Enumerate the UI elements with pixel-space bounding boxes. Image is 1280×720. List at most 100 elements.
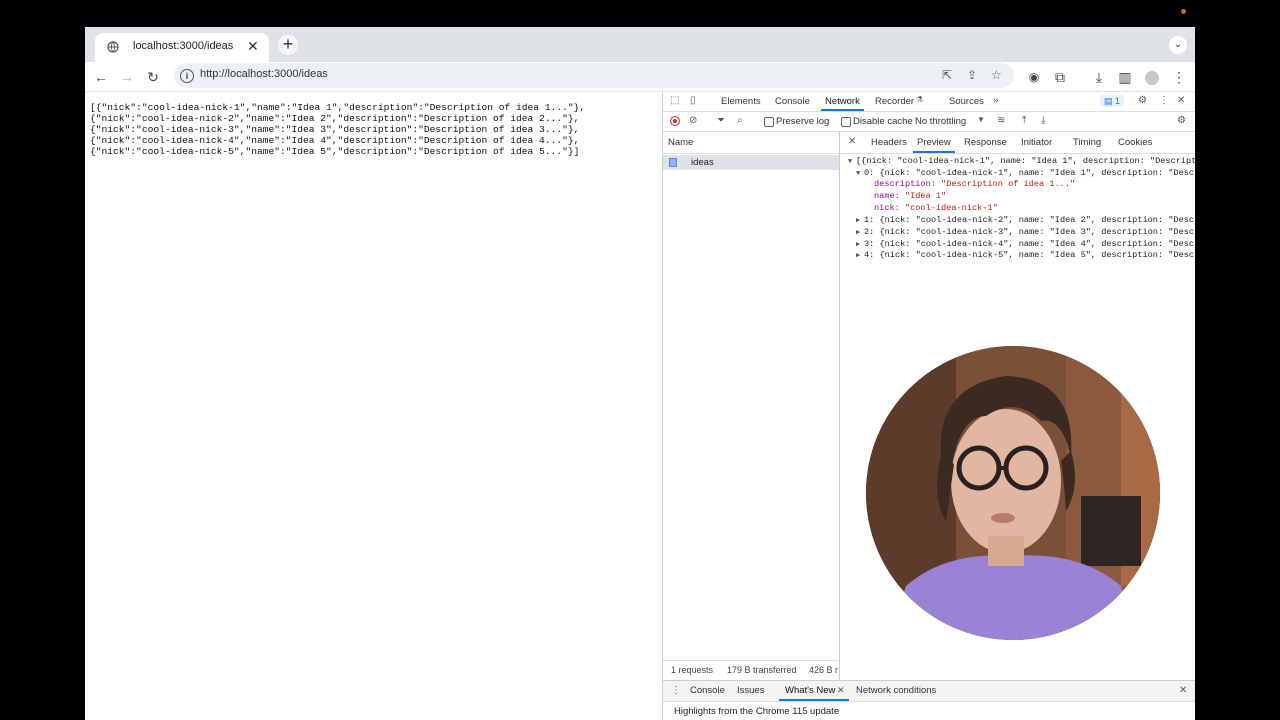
profile-avatar[interactable]	[1140, 65, 1164, 89]
expand-triangle-icon[interactable]: ▶	[856, 216, 864, 225]
tab-preview[interactable]: Preview	[913, 137, 955, 153]
tab-cookies[interactable]: Cookies	[1118, 137, 1152, 148]
tab-headers[interactable]: Headers	[871, 137, 907, 148]
close-drawer-icon[interactable]: ✕	[1179, 685, 1187, 696]
extensions-puzzle-icon[interactable]: ⧉	[1048, 65, 1072, 89]
search-icon[interactable]: ⌕	[737, 115, 743, 126]
drawer-tab-issues[interactable]: Issues	[737, 685, 764, 696]
close-detail-icon[interactable]: ✕	[848, 136, 856, 147]
forward-icon[interactable]: →	[115, 65, 139, 89]
extension-icon[interactable]: ◉	[1022, 65, 1046, 89]
document-icon	[669, 158, 677, 167]
tab-network[interactable]: Network	[821, 96, 864, 111]
property-value: "Idea 1"	[904, 191, 947, 201]
drawer-tabbar: ⋮ Console Issues What's New ✕ Network co…	[663, 681, 1195, 702]
record-button[interactable]	[670, 116, 680, 126]
browser-tab[interactable]: localhost:3000/ideas ✕	[95, 33, 269, 62]
more-tabs-icon[interactable]: »	[993, 95, 999, 106]
preview-item-text: 2: {nick: "cool-idea-nick-3", name: "Ide…	[864, 227, 1195, 237]
preview-item-text: 1: {nick: "cool-idea-nick-2", name: "Ide…	[864, 215, 1195, 225]
tab-strip: localhost:3000/ideas ✕ + ⌄	[85, 27, 1195, 62]
site-info-icon[interactable]: i	[180, 69, 194, 83]
preview-property: description: "Description of idea 1..."	[874, 179, 1075, 189]
tab-timing[interactable]: Timing	[1073, 137, 1101, 148]
expand-triangle-icon[interactable]: ▼	[856, 170, 864, 178]
tab-search-icon[interactable]: ⌄	[1169, 36, 1187, 54]
preserve-log-checkbox[interactable]	[764, 117, 774, 127]
expand-triangle-icon[interactable]: ▶	[856, 228, 864, 237]
json-line: {"nick":"cool-idea-nick-2","name":"Idea …	[90, 113, 580, 124]
whats-new-text: Highlights from the Chrome 115 update	[674, 706, 840, 717]
devtools-tabbar: ⬚ ▯ Elements Console Network Recorder ⚗ …	[663, 92, 1195, 112]
json-line: {"nick":"cool-idea-nick-3","name":"Idea …	[90, 124, 580, 135]
flask-icon: ⚗	[916, 95, 924, 104]
close-drawer-tab-icon[interactable]: ✕	[837, 685, 845, 696]
more-menu-icon[interactable]: ⋮	[1167, 65, 1191, 89]
detail-tabbar: ✕ Headers Preview Response Initiator Tim…	[840, 132, 1195, 154]
settings-gear-icon[interactable]: ⚙	[1138, 95, 1147, 106]
drawer-tab-console[interactable]: Console	[690, 685, 725, 696]
preview-item[interactable]: ▶ 4: {nick: "cool-idea-nick-5", name: "Id…	[856, 250, 1195, 260]
network-conditions-icon[interactable]: ≋	[997, 115, 1005, 126]
disable-cache-checkbox[interactable]	[841, 117, 851, 127]
preview-item-text: 4: {nick: "cool-idea-nick-5", name: "Ide…	[864, 250, 1195, 260]
request-count: 1 requests	[671, 665, 714, 675]
name-column-header[interactable]: Name	[663, 132, 839, 154]
preview-root-text: [{nick: "cool-idea-nick-1", name: "Idea …	[856, 156, 1195, 166]
webcam-person-image	[866, 346, 1160, 640]
preview-item[interactable]: ▶ 1: {nick: "cool-idea-nick-2", name: "Id…	[856, 215, 1195, 225]
expand-triangle-icon[interactable]: ▼	[848, 158, 856, 166]
tab-console[interactable]: Console	[775, 96, 810, 107]
inspect-element-icon[interactable]: ⬚	[670, 95, 679, 106]
preview-item-text: 0: {nick: "cool-idea-nick-1", name: "Ide…	[864, 168, 1195, 178]
close-devtools-icon[interactable]: ✕	[1177, 95, 1185, 106]
drawer-tab-network-conditions[interactable]: Network conditions	[856, 685, 936, 696]
network-settings-icon[interactable]: ⚙	[1177, 115, 1186, 126]
throttling-select[interactable]: No throttling	[915, 116, 966, 127]
reload-icon[interactable]: ↻	[141, 65, 165, 89]
share-icon[interactable]: ⇪	[967, 68, 977, 82]
tab-recorder[interactable]: Recorder	[875, 96, 914, 107]
preview-item[interactable]: ▼ 0: {nick: "cool-idea-nick-1", name: "Id…	[856, 168, 1195, 178]
import-har-icon[interactable]: ⤒	[1022, 115, 1026, 126]
disable-cache-label: Disable cache	[853, 116, 913, 127]
drawer-tab-whats-new[interactable]: What's New	[778, 685, 850, 701]
address-bar[interactable]: i http://localhost:3000/ideas ⇱ ⇪ ☆	[174, 63, 1014, 88]
issues-count: 1	[1115, 96, 1121, 106]
drawer-menu-icon[interactable]: ⋮	[671, 685, 681, 696]
devtools-drawer: ⋮ Console Issues What's New ✕ Network co…	[663, 680, 1195, 720]
tab-initiator[interactable]: Initiator	[1021, 137, 1052, 148]
json-line: {"nick":"cool-idea-nick-4","name":"Idea …	[90, 135, 580, 146]
back-icon[interactable]: ←	[89, 65, 113, 89]
download-icon[interactable]: ⤓	[1087, 65, 1111, 89]
request-row[interactable]: ideas	[663, 155, 839, 170]
device-toolbar-icon[interactable]: ▯	[690, 95, 696, 106]
preview-root[interactable]: ▼ [{nick: "cool-idea-nick-1", name: "Idea…	[848, 156, 1195, 166]
new-tab-button[interactable]: +	[278, 35, 298, 55]
chevron-down-icon[interactable]: ▼	[977, 115, 985, 124]
devtools-menu-icon[interactable]: ⋮	[1159, 95, 1169, 106]
tab-response[interactable]: Response	[964, 137, 1007, 148]
export-har-icon[interactable]: ⤓	[1041, 115, 1045, 126]
request-list: Name ideas	[663, 132, 840, 660]
issues-badge[interactable]: ▤ 1	[1100, 95, 1125, 107]
tab-sources[interactable]: Sources	[949, 96, 984, 107]
tab-title: localhost:3000/ideas	[133, 40, 234, 52]
property-key: name:	[874, 191, 905, 201]
network-status-bar: 1 requests 179 B transferred 426 B r	[663, 660, 840, 680]
preview-item[interactable]: ▶ 3: {nick: "cool-idea-nick-4", name: "Id…	[856, 239, 1195, 249]
expand-triangle-icon[interactable]: ▶	[856, 251, 864, 260]
bookmark-star-icon[interactable]: ☆	[991, 68, 1002, 82]
close-tab-icon[interactable]: ✕	[247, 38, 259, 55]
open-in-app-icon[interactable]: ⇱	[942, 68, 952, 82]
preview-property: name: "Idea 1"	[874, 191, 946, 201]
url-text[interactable]: http://localhost:3000/ideas	[200, 68, 328, 80]
expand-triangle-icon[interactable]: ▶	[856, 240, 864, 249]
preview-item[interactable]: ▶ 2: {nick: "cool-idea-nick-3", name: "Id…	[856, 227, 1195, 237]
preview-item-text: 3: {nick: "cool-idea-nick-4", name: "Ide…	[864, 239, 1195, 249]
tab-elements[interactable]: Elements	[721, 96, 761, 107]
side-panel-icon[interactable]: ▥	[1113, 65, 1137, 89]
property-key: description:	[874, 179, 942, 189]
filter-icon[interactable]: ⏷	[717, 115, 725, 126]
clear-icon[interactable]: ⊘	[689, 115, 697, 126]
